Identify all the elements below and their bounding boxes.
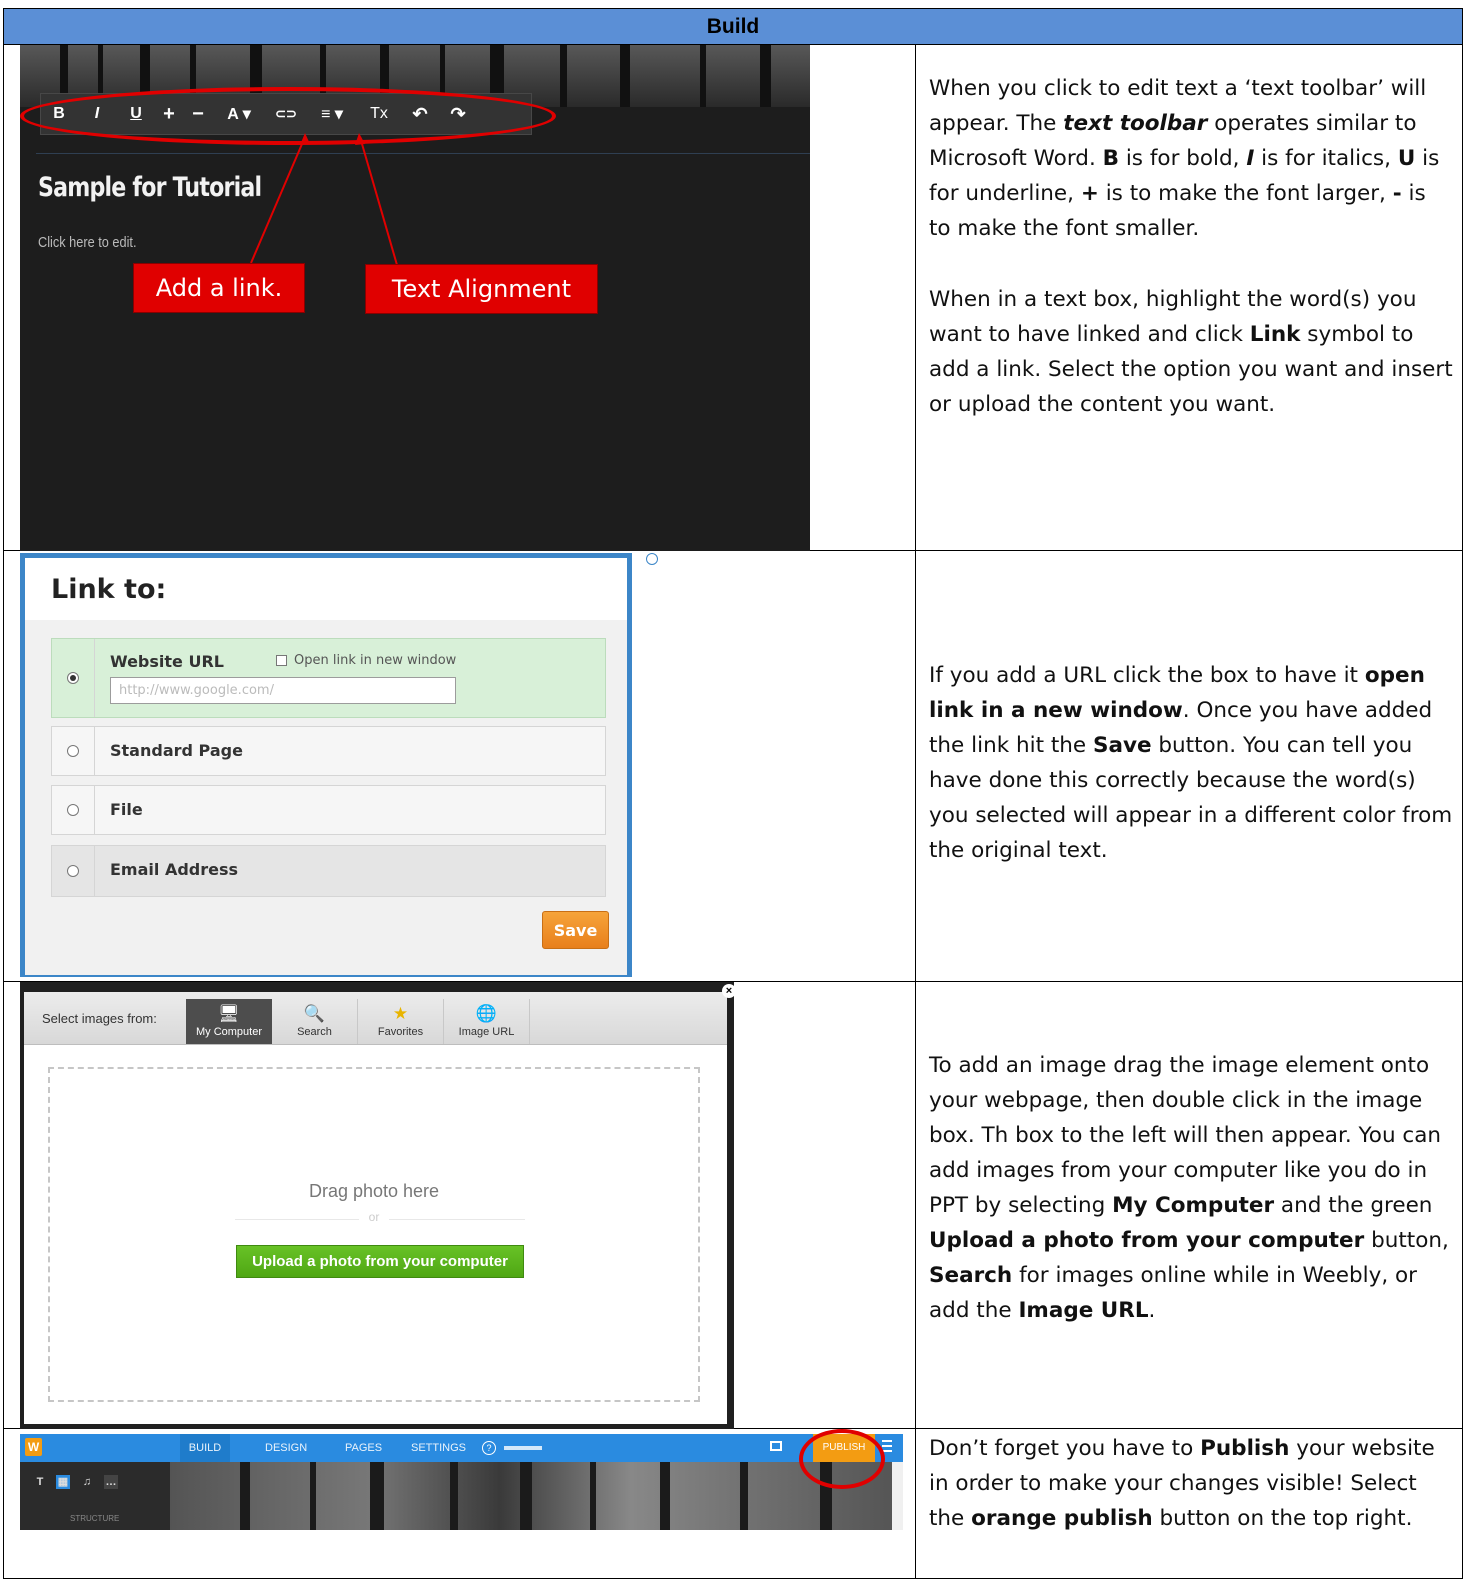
toolbar-description: When you click to edit text a ‘text tool… bbox=[929, 76, 1453, 417]
option-email-address[interactable]: Email Address bbox=[51, 845, 606, 897]
dialog-title: Link to: bbox=[51, 574, 167, 605]
or-text: or bbox=[358, 1210, 390, 1224]
image-dialog-cell: Select images from: 🖥 My Computer 🔍 Sear… bbox=[3, 981, 916, 1429]
nav-settings[interactable]: SETTINGS bbox=[411, 1434, 466, 1462]
toolbar-description-cell: When you click to edit text a ‘text tool… bbox=[915, 44, 1463, 551]
editor-divider bbox=[36, 153, 810, 154]
link-description-cell: If you add a URL click the box to have i… bbox=[915, 550, 1463, 982]
image-source-tabs: Select images from: 🖥 My Computer 🔍 Sear… bbox=[24, 992, 727, 1045]
add-link-callout: Add a link. bbox=[133, 263, 305, 313]
new-window-checkbox[interactable] bbox=[276, 655, 287, 666]
upload-photo-button[interactable]: Upload a photo from your computer bbox=[236, 1245, 524, 1278]
image-dialog-screenshot: Select images from: 🖥 My Computer 🔍 Sear… bbox=[20, 982, 736, 1429]
tab-my-computer[interactable]: 🖥 My Computer bbox=[186, 999, 272, 1044]
option-label: Website URL bbox=[110, 652, 224, 671]
option-label: File bbox=[110, 800, 143, 819]
structure-label: STRUCTURE bbox=[70, 1514, 120, 1523]
publish-screenshot-cell: W BUILD DESIGN PAGES SETTINGS ? PUBLISH … bbox=[3, 1428, 916, 1579]
publish-description-cell: Don’t forget you have to Publish your we… bbox=[915, 1428, 1463, 1579]
nav-design[interactable]: DESIGN bbox=[265, 1434, 307, 1462]
star-icon: ★ bbox=[392, 1004, 409, 1023]
close-icon[interactable]: × bbox=[722, 984, 736, 998]
radio-standard-page[interactable] bbox=[67, 745, 79, 757]
link-dialog: Link to: Website URL Open link in new wi… bbox=[20, 553, 658, 977]
new-window-option[interactable]: Open link in new window bbox=[276, 653, 456, 668]
nav-build[interactable]: BUILD bbox=[180, 1434, 230, 1462]
text-alignment-callout: Text Alignment bbox=[365, 264, 598, 314]
tab-image-url[interactable]: 🌐 Image URL bbox=[444, 999, 530, 1044]
more-elements-icon[interactable]: … bbox=[104, 1475, 118, 1489]
music-element-icon[interactable]: ♫ bbox=[80, 1475, 94, 1489]
computer-icon: 🖥 bbox=[218, 1004, 240, 1023]
link-dialog-cell: Link to: Website URL Open link in new wi… bbox=[3, 550, 916, 982]
option-standard-page[interactable]: Standard Page bbox=[51, 726, 606, 776]
option-label: Email Address bbox=[110, 860, 239, 879]
weebly-logo[interactable]: W bbox=[25, 1438, 42, 1456]
elements-sidebar: T ▦ ♫ … STRUCTURE bbox=[20, 1462, 170, 1530]
option-file[interactable]: File bbox=[51, 785, 606, 835]
progress-slider[interactable] bbox=[504, 1446, 542, 1450]
search-icon: 🔍 bbox=[303, 1004, 326, 1023]
nav-pages[interactable]: PAGES bbox=[345, 1434, 382, 1462]
publish-highlight-circle bbox=[799, 1429, 885, 1489]
drag-photo-text: Drag photo here bbox=[308, 1181, 440, 1201]
tab-favorites[interactable]: ★ Favorites bbox=[358, 999, 444, 1044]
radio-email-address[interactable] bbox=[67, 865, 79, 877]
text-element-icon[interactable]: T bbox=[33, 1475, 47, 1489]
image-description-cell: To add an image drag the image element o… bbox=[915, 981, 1463, 1429]
option-label: Standard Page bbox=[110, 741, 243, 760]
toolbar-highlight-circle bbox=[20, 87, 556, 145]
help-icon[interactable]: ? bbox=[482, 1441, 496, 1455]
radio-file[interactable] bbox=[67, 804, 79, 816]
select-images-label: Select images from: bbox=[42, 1011, 157, 1026]
globe-icon: 🌐 bbox=[475, 1004, 498, 1023]
image-text-element-icon[interactable]: ▦ bbox=[56, 1475, 70, 1489]
monitor-icon[interactable] bbox=[770, 1441, 782, 1451]
build-table: Build B I U + − A ▾ ⊂⊃ ≡ ▾ Tx ↶ ↷ Sample… bbox=[3, 8, 1463, 1579]
toolbar-screenshot-cell: B I U + − A ▾ ⊂⊃ ≡ ▾ Tx ↶ ↷ Sample for T… bbox=[3, 44, 916, 551]
document: Build B I U + − A ▾ ⊂⊃ ≡ ▾ Tx ↶ ↷ Sample… bbox=[3, 8, 1463, 1579]
scrollbar[interactable] bbox=[892, 1462, 903, 1530]
publish-description: Don’t forget you have to Publish your we… bbox=[929, 1436, 1435, 1531]
weebly-top-bar: W BUILD DESIGN PAGES SETTINGS ? PUBLISH bbox=[20, 1434, 903, 1462]
link-description: If you add a URL click the box to have i… bbox=[929, 663, 1453, 863]
close-icon[interactable] bbox=[646, 553, 658, 565]
url-input[interactable]: http://www.google.com/ bbox=[110, 677, 456, 704]
tab-search[interactable]: 🔍 Search bbox=[272, 999, 358, 1044]
editor-screenshot: B I U + − A ▾ ⊂⊃ ≡ ▾ Tx ↶ ↷ Sample for T… bbox=[20, 45, 810, 551]
save-button[interactable]: Save bbox=[542, 911, 609, 949]
sample-title[interactable]: Sample for Tutorial bbox=[38, 172, 262, 203]
dialog-body: Website URL Open link in new window http… bbox=[25, 620, 627, 975]
image-dialog: Select images from: 🖥 My Computer 🔍 Sear… bbox=[24, 992, 727, 1424]
radio-website-url[interactable] bbox=[67, 672, 79, 684]
image-description: To add an image drag the image element o… bbox=[929, 1053, 1449, 1323]
click-to-edit-text[interactable]: Click here to edit. bbox=[38, 234, 137, 251]
table-header: Build bbox=[3, 8, 1463, 45]
photo-drop-zone[interactable]: Drag photo here or Upload a photo from y… bbox=[48, 1067, 700, 1402]
option-website-url[interactable]: Website URL Open link in new window http… bbox=[51, 638, 606, 718]
